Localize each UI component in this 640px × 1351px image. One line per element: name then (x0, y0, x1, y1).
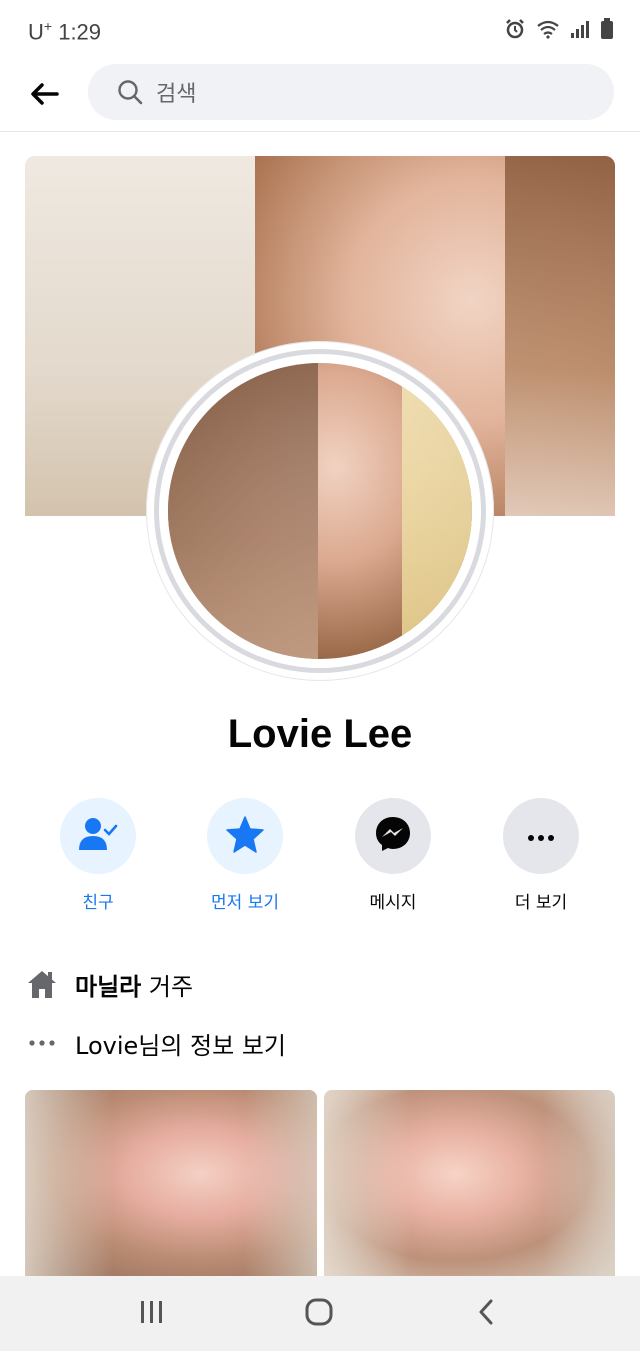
friends-button[interactable]: 친구 (23, 798, 173, 913)
alarm-icon (504, 18, 526, 44)
avatar-hair-area (168, 363, 318, 659)
search-header: 검색 (0, 60, 640, 132)
friends-button-label: 친구 (82, 893, 114, 913)
arrow-left-icon (29, 82, 59, 110)
message-button[interactable]: 메시지 (318, 798, 468, 913)
lives-in-suffix: 거주 (141, 972, 194, 1001)
home-circle-icon (305, 1298, 333, 1330)
more-button-circle (503, 798, 579, 874)
status-bar: U+ 1:29 (0, 0, 640, 60)
carrier-label: U+ 1:29 (28, 18, 101, 45)
system-navbar (0, 1276, 640, 1351)
search-icon (116, 78, 144, 106)
see-info-text: Lovie님의 정보 보기 (75, 1031, 287, 1060)
more-button-label: 더 보기 (514, 893, 568, 913)
home-icon (25, 967, 59, 1001)
carrier-name: U (28, 19, 44, 45)
search-input[interactable]: 검색 (88, 64, 614, 120)
signal-icon (570, 19, 590, 43)
carrier-superscript: + (43, 18, 53, 34)
profile-picture-frame (146, 341, 494, 681)
back-button[interactable] (22, 74, 66, 118)
photo-thumbnail[interactable] (25, 1090, 317, 1276)
avatar[interactable] (168, 363, 472, 659)
message-button-label: 메시지 (369, 893, 417, 913)
back-icon (477, 1299, 495, 1329)
friends-button-circle (60, 798, 136, 874)
more-button[interactable]: 더 보기 (466, 798, 616, 913)
profile-actions: 친구 먼저 보기 메시지 더 보기 (0, 798, 640, 918)
home-button[interactable] (289, 1294, 349, 1334)
see-info-row[interactable]: Lovie님의 정보 보기 (25, 1021, 615, 1065)
recent-apps-icon (139, 1300, 165, 1328)
see-first-button-label: 먼저 보기 (211, 893, 279, 913)
star-icon (225, 815, 265, 857)
lives-in-city: 마닐라 (75, 972, 142, 1001)
lives-in-text: 마닐라 거주 (75, 967, 193, 1002)
search-placeholder: 검색 (156, 82, 197, 107)
status-icons (504, 18, 614, 44)
battery-icon (600, 18, 614, 44)
more-icon (526, 827, 556, 846)
messenger-icon (374, 815, 412, 857)
avatar-background-area (402, 363, 472, 659)
more-dots-icon (25, 1026, 59, 1060)
lives-in-row: 마닐라 거주 (25, 962, 615, 1006)
message-button-circle (355, 798, 431, 874)
system-back-button[interactable] (456, 1294, 516, 1334)
friend-check-icon (78, 816, 118, 856)
recent-apps-button[interactable] (122, 1294, 182, 1334)
see-first-button[interactable]: 먼저 보기 (170, 798, 320, 913)
status-time: 1:29 (58, 19, 102, 45)
profile-name: Lovie Lee (227, 712, 413, 756)
wifi-icon (536, 19, 560, 43)
photos-grid (25, 1090, 615, 1276)
photo-thumbnail[interactable] (323, 1090, 615, 1276)
photo-background (25, 1090, 317, 1276)
cover-hair-area (505, 156, 615, 516)
see-first-button-circle (207, 798, 283, 874)
photo-background (323, 1090, 615, 1276)
